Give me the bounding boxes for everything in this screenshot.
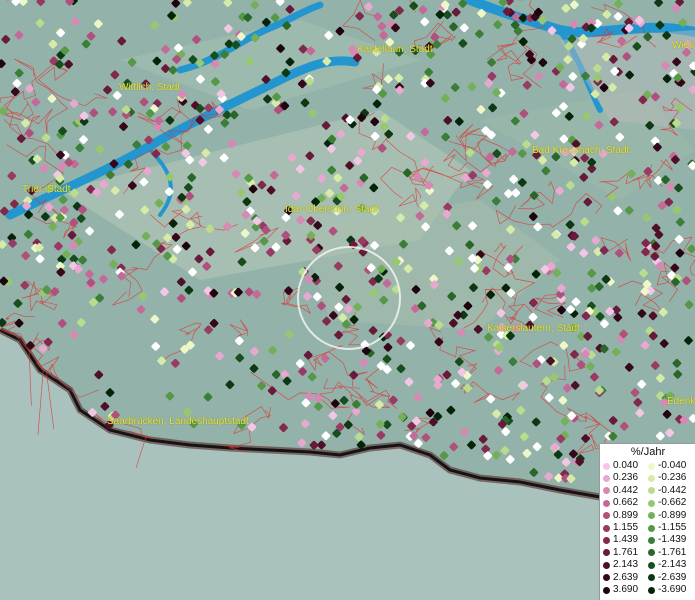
legend-swatch [603,474,610,482]
legend-value: -2.143 [658,559,687,571]
legend-entry: 0.662 [603,497,638,509]
city-label-saarbruecken: Saarbrücken, Landeshauptstadt [107,416,249,427]
legend-panel: %/Jahr 0.040 0.236 0.442 0.662 0.899 1.155 1.4… [599,443,695,600]
legend-value: 0.442 [613,484,639,496]
legend-value: -1.155 [658,522,687,533]
legend-entry: 1.439 [603,534,638,546]
legend-entry: -1.761 [648,547,686,559]
legend-swatch [603,512,610,520]
legend-entry: -1.155 [648,522,686,534]
legend-entry: -0.236 [648,472,686,484]
legend-value: 1.761 [613,546,639,558]
legend-swatch [648,524,655,532]
legend-entry: 2.143 [603,559,638,571]
legend-value: 0.899 [613,509,639,521]
legend-swatch [603,524,610,532]
legend-entry: -1.439 [648,534,686,546]
legend-value: 2.143 [613,559,639,571]
legend-entry: 2.639 [603,572,638,584]
legend-swatch [648,487,655,495]
city-label-wiesbaden: Wies [672,40,695,51]
city-label-wittlich: Wittlich, Stadt [119,82,181,93]
legend-swatch [648,561,655,569]
legend-title: %/Jahr [630,446,666,458]
city-label-kaiserslautern: Kaiserslautern, Stadt [487,323,580,334]
legend-entry: -2.639 [648,572,686,584]
legend-value: -0.662 [658,497,687,509]
legend-value: -0.899 [658,509,687,521]
legend-value: -2.639 [658,571,687,583]
legend-swatch [603,499,610,507]
city-label-edenkoben: Edenk [667,396,695,407]
legend-swatch [603,574,610,582]
legend-swatch [603,536,610,544]
legend-swatch [603,549,610,557]
legend-value: -0.236 [658,472,687,484]
legend-swatch [648,574,655,582]
legend-entry: 0.236 [603,472,638,484]
legend-swatch [648,536,655,544]
legend-value: -1.761 [658,546,687,558]
legend-swatch [648,512,655,520]
city-label-idar-oberstein: Idar-Oberstein, Stadt [285,204,378,215]
legend-entry: -0.040 [648,460,686,472]
legend-entry: 0.899 [603,510,638,522]
legend-value: -3.690 [658,584,687,595]
legend-entry: -0.662 [648,497,686,509]
legend-swatch [648,499,655,507]
legend-swatch [648,462,655,470]
legend-value: 0.236 [613,472,639,484]
legend-entry: 1.761 [603,547,638,559]
legend-swatch [648,549,655,557]
legend-entry: 1.155 [603,522,638,534]
legend-entry: 0.442 [603,485,638,497]
legend-swatch [603,487,610,495]
legend-value: -0.040 [658,460,687,471]
legend-swatch [603,561,610,569]
map-view[interactable]: Kastellaun, Stadt Wittlich, Stadt Bad Kr… [0,0,695,600]
city-label-trier: Trier, Stadt [22,184,71,195]
legend-value: 1.439 [613,534,639,546]
city-label-bad-kreuznach: Bad Kreuznach, Stadt [532,145,630,156]
legend-value: -1.439 [658,534,687,546]
legend-entry: -2.143 [648,559,686,571]
city-label-kastellaun: Kastellaun, Stadt [357,44,433,55]
legend-value: 2.639 [613,571,639,583]
map-base [0,0,695,600]
legend-value: 0.040 [613,460,639,471]
legend-entry: -3.690 [648,584,686,596]
legend-swatch [603,462,610,470]
legend-entry: 0.040 [603,460,638,472]
legend-swatch [648,474,655,482]
legend-value: 0.662 [613,497,639,509]
legend-value: -0.442 [658,484,687,496]
legend-swatch [648,586,655,594]
legend-entry: -0.899 [648,510,686,522]
legend-entry: -0.442 [648,485,686,497]
legend-entry: 3.690 [603,584,638,596]
legend-swatch [603,586,610,594]
legend-value: 1.155 [613,522,639,533]
legend-value: 3.690 [613,584,639,595]
